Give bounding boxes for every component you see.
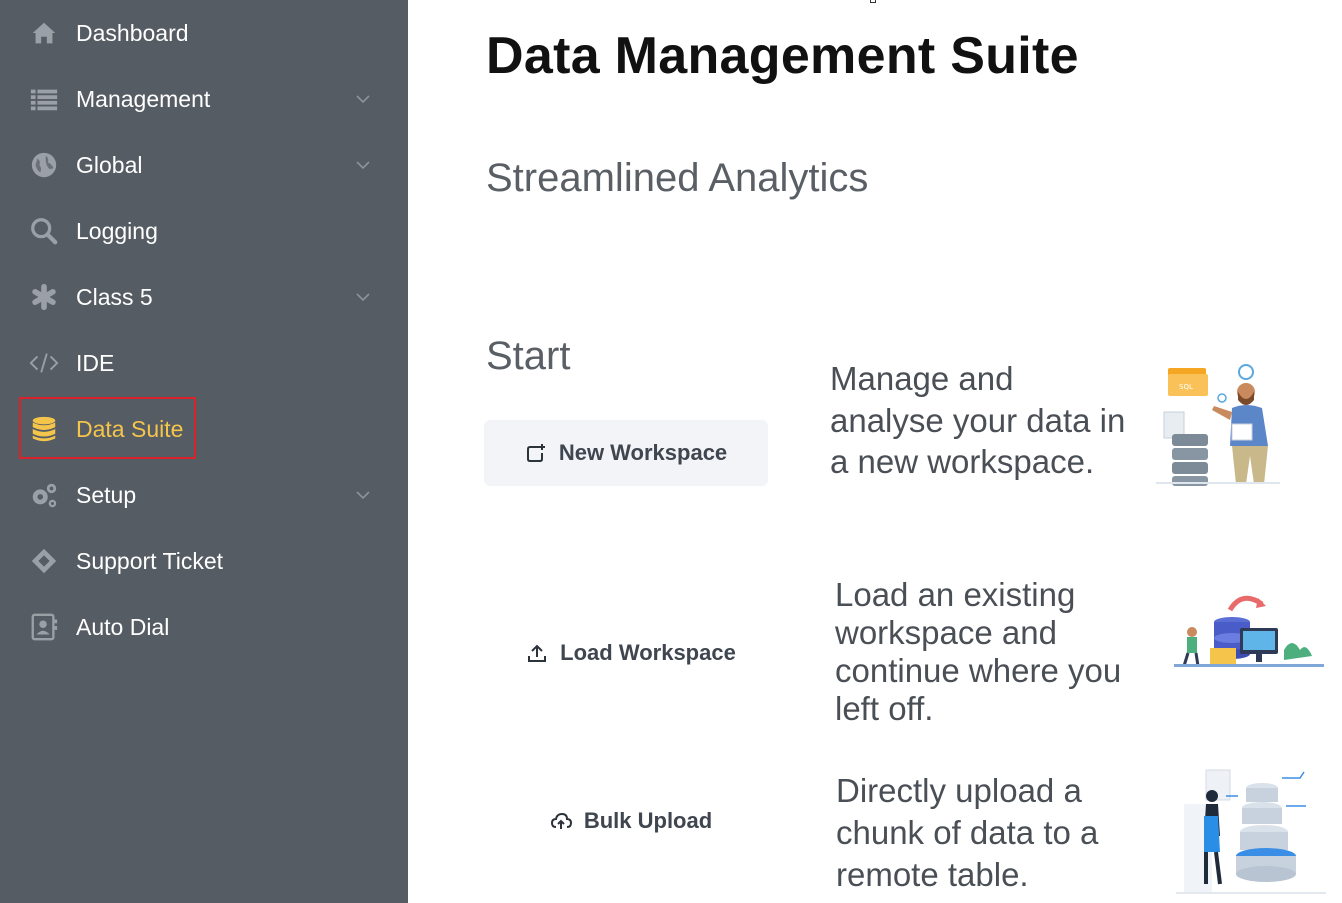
sidebar-item-label: Class 5 (76, 283, 153, 310)
page-subtitle: Streamlined Analytics (486, 156, 869, 200)
list-icon (28, 83, 60, 115)
sidebar-item-class-5[interactable]: Class 5 (0, 264, 408, 330)
bulk-upload-button[interactable]: Bulk Upload (516, 788, 746, 854)
code-icon (28, 347, 60, 379)
asterisk-icon (28, 281, 60, 313)
sidebar-edge (404, 745, 408, 903)
sidebar-item-label: Dashboard (76, 19, 189, 46)
sidebar-item-label: Auto Dial (76, 613, 170, 640)
sidebar-item-management[interactable]: Management (0, 66, 408, 132)
load-workspace-button[interactable]: Load Workspace (494, 620, 768, 686)
load-workspace-label: Load Workspace (560, 640, 736, 665)
chevron-down-icon (354, 288, 372, 306)
bulk-upload-label: Bulk Upload (583, 808, 713, 833)
chevron-down-icon (354, 486, 372, 504)
cloud-upload-icon (550, 810, 572, 832)
section-title-start: Start (486, 334, 571, 378)
top-marker (870, 0, 876, 3)
sidebar-item-label: Support Ticket (76, 547, 224, 574)
chevron-down-icon (354, 156, 372, 174)
svg-text:SQL: SQL (1179, 383, 1193, 391)
workspace-illustration: SQL (1156, 364, 1280, 486)
home-icon (28, 17, 60, 49)
chevron-down-icon (354, 90, 372, 108)
new-workspace-description: Manage and analyse your data in a new wo… (830, 360, 1126, 481)
load-workspace-description: Load an existing workspace and continue … (835, 576, 1122, 727)
sidebar-item-label: Global (76, 151, 143, 178)
sidebar-item-data-suite[interactable]: Data Suite (0, 396, 408, 462)
load-illustration (1174, 595, 1324, 667)
database-icon (28, 413, 60, 445)
sidebar-item-ide[interactable]: IDE (0, 330, 408, 396)
sidebar-item-global[interactable]: Global (0, 132, 408, 198)
new-workspace-button[interactable]: New Workspace (484, 420, 768, 486)
bulk-upload-illustration (1176, 769, 1326, 894)
sidebar-item-label: IDE (76, 349, 115, 376)
sidebar-item-setup[interactable]: Setup (0, 462, 408, 528)
ticket-icon (28, 545, 60, 577)
search-icon (28, 215, 60, 247)
sidebar-item-label: Logging (76, 217, 158, 244)
bulk-upload-description: Directly upload a chunk of data to a rem… (836, 772, 1099, 894)
globe-icon (28, 149, 60, 181)
page-title: Data Management Suite (486, 27, 1079, 85)
upload-icon (526, 642, 548, 664)
sidebar-item-label: Data Suite (76, 415, 184, 442)
sidebar-item-support-ticket[interactable]: Support Ticket (0, 528, 408, 594)
sidebar-item-label: Management (76, 85, 211, 112)
new-window-icon (525, 442, 547, 464)
sidebar-item-auto-dial[interactable]: Auto Dial (0, 594, 408, 660)
contact-card-icon (28, 611, 60, 643)
gears-icon (28, 479, 60, 511)
sidebar-item-logging[interactable]: Logging (0, 198, 408, 264)
sidebar-item-label: Setup (76, 481, 137, 508)
sidebar-item-dashboard[interactable]: Dashboard (0, 0, 408, 66)
new-workspace-label: New Workspace (558, 440, 728, 465)
